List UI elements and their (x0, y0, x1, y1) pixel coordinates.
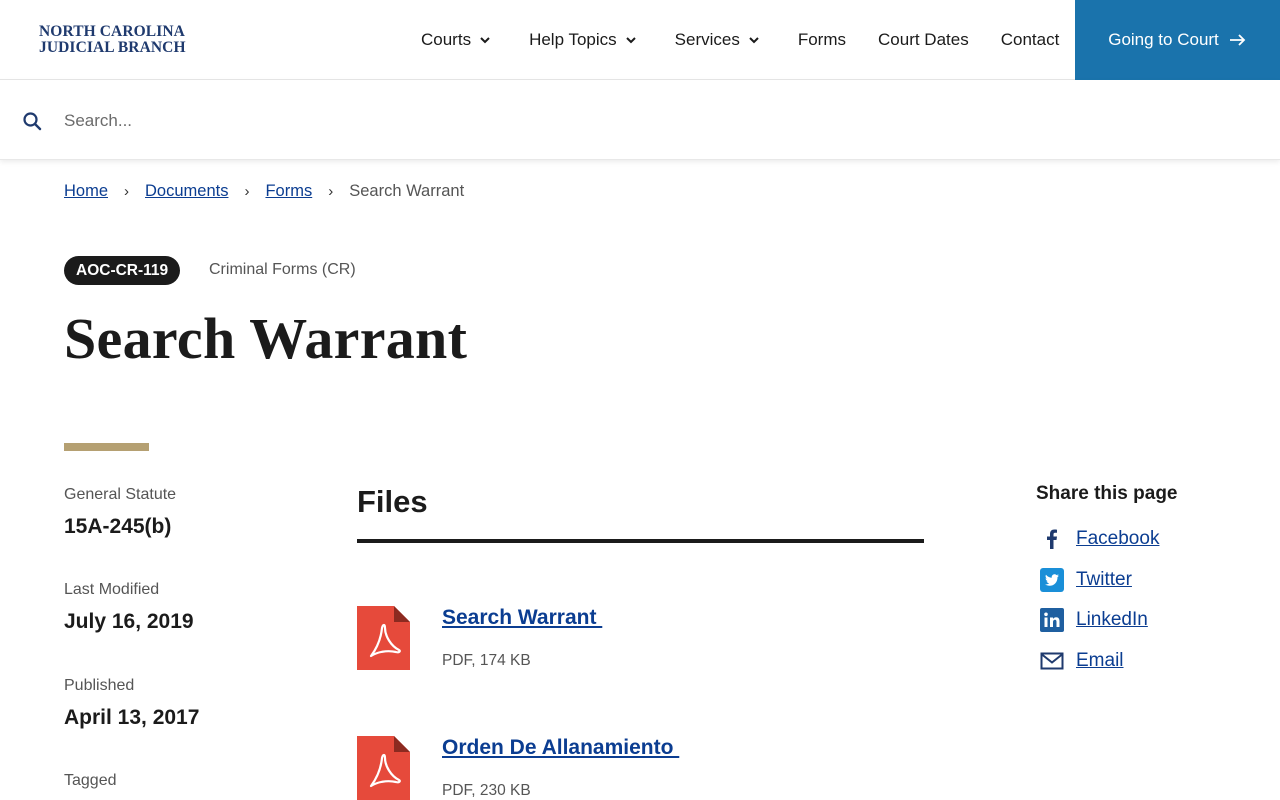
logo-line-1: NORTH CAROLINA (39, 23, 185, 40)
going-to-court-button[interactable]: Going to Court (1075, 0, 1280, 80)
file-info: PDF, 230 KB (442, 782, 531, 799)
nav-help-topics[interactable]: Help Topics (529, 30, 639, 50)
share-facebook[interactable]: Facebook (1040, 527, 1159, 551)
main-nav: Courts Help Topics Services Forms Court … (421, 0, 1059, 80)
form-category: Criminal Forms (CR) (209, 261, 356, 278)
file-item: Orden De Allanamiento PDF, 230 KB (357, 736, 917, 800)
twitter-icon (1040, 568, 1064, 592)
accent-divider (64, 443, 149, 451)
files-divider (357, 539, 924, 543)
meta-last-modified: Last Modified July 16, 2019 (64, 581, 304, 634)
breadcrumb-documents[interactable]: Documents (145, 182, 228, 201)
tagged-label: Tagged (64, 772, 117, 789)
site-header: NORTH CAROLINA JUDICIAL BRANCH Courts He… (0, 0, 1280, 80)
published-label: Published (64, 677, 135, 694)
file-link-orden-de-allanamiento[interactable]: Orden De Allanamiento (442, 736, 679, 760)
breadcrumb-separator: › (328, 183, 334, 200)
search-input[interactable] (64, 106, 964, 136)
linkedin-icon (1040, 608, 1064, 632)
last-modified-label: Last Modified (64, 581, 160, 598)
file-item: Search Warrant PDF, 174 KB (357, 606, 917, 676)
nav-contact[interactable]: Contact (1001, 30, 1060, 50)
logo-line-2: JUDICIAL BRANCH (39, 39, 186, 56)
nav-forms[interactable]: Forms (798, 30, 846, 50)
share-email-link[interactable]: Email (1076, 650, 1124, 672)
email-icon (1040, 649, 1064, 673)
search-icon[interactable] (22, 111, 42, 131)
statute-value: 15A-245(b) (64, 515, 172, 538)
nav-contact-label: Contact (1000, 30, 1060, 49)
pdf-icon[interactable] (357, 736, 410, 800)
chevron-down-icon (625, 37, 636, 44)
nav-court-dates-label: Court Dates (878, 30, 969, 49)
share-twitter[interactable]: Twitter (1040, 568, 1132, 592)
share-facebook-link[interactable]: Facebook (1076, 528, 1159, 550)
file-link-search-warrant[interactable]: Search Warrant (442, 606, 602, 630)
site-logo[interactable]: NORTH CAROLINA JUDICIAL BRANCH (39, 24, 186, 56)
page-title: Search Warrant (64, 306, 468, 371)
share-linkedin-link[interactable]: LinkedIn (1076, 609, 1148, 631)
arrow-right-icon (1229, 34, 1246, 46)
breadcrumb-current: Search Warrant (349, 182, 465, 200)
meta-published: Published April 13, 2017 (64, 677, 304, 730)
breadcrumb-home[interactable]: Home (64, 182, 108, 201)
pdf-icon[interactable] (357, 606, 410, 670)
statute-label: General Statute (64, 486, 177, 503)
breadcrumb-separator: › (124, 183, 130, 200)
form-code-badge: AOC-CR-119 (64, 256, 181, 285)
nav-help-topics-label: Help Topics (529, 30, 617, 49)
share-twitter-link[interactable]: Twitter (1076, 569, 1132, 591)
chevron-down-icon (749, 37, 759, 44)
last-modified-value: July 16, 2019 (64, 610, 194, 633)
nav-forms-label: Forms (797, 30, 847, 49)
breadcrumb: Home › Documents › Forms › Search Warran… (64, 182, 464, 201)
chevron-down-icon (480, 37, 490, 44)
share-email[interactable]: Email (1040, 649, 1124, 673)
nav-courts[interactable]: Courts (421, 30, 493, 50)
search-bar (0, 80, 1280, 160)
nav-courts-label: Courts (421, 30, 472, 49)
share-title: Share this page (1036, 483, 1178, 504)
breadcrumb-forms[interactable]: Forms (265, 182, 312, 201)
published-value: April 13, 2017 (64, 706, 200, 729)
meta-tagged: Tagged (64, 772, 304, 790)
breadcrumb-separator: › (244, 183, 250, 200)
meta-statute: General Statute 15A-245(b) (64, 486, 304, 539)
file-info: PDF, 174 KB (442, 652, 531, 669)
files-heading: Files (357, 484, 428, 519)
going-to-court-label: Going to Court (1108, 30, 1219, 49)
nav-services-label: Services (674, 30, 740, 49)
share-linkedin[interactable]: LinkedIn (1040, 608, 1148, 632)
facebook-icon (1040, 527, 1064, 551)
nav-court-dates[interactable]: Court Dates (878, 30, 969, 50)
nav-services[interactable]: Services (675, 30, 762, 50)
